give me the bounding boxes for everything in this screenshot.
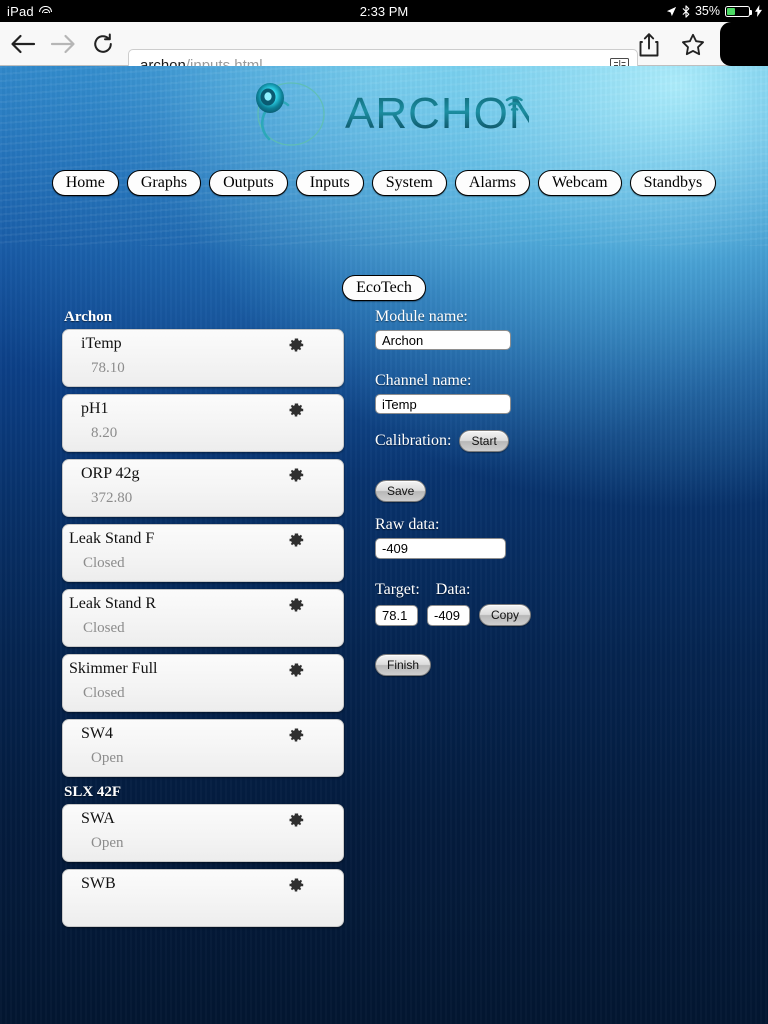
reload-icon — [94, 33, 112, 53]
channel-name: pH1 — [81, 400, 109, 417]
channel-detail-form: Module name: Channel name: Calibration: … — [375, 308, 705, 676]
copy-button[interactable]: Copy — [479, 604, 532, 626]
share-button[interactable] — [634, 31, 664, 59]
bookmark-star-icon — [682, 33, 704, 56]
channel-card-itemp[interactable]: iTemp 78.10 — [62, 329, 344, 387]
forward-arrow-icon — [50, 34, 75, 54]
gear-icon[interactable] — [287, 336, 305, 354]
clock-label: 2:33 PM — [359, 3, 409, 19]
tab-counter-button[interactable]: 1 — [735, 35, 760, 57]
channel-card-orp-42g[interactable]: ORP 42g 372.80 — [62, 459, 344, 517]
calibration-row: Calibration: Start — [375, 430, 705, 452]
channel-name: iTemp — [81, 335, 122, 352]
logo-wordmark: ARCHON — [345, 89, 529, 138]
channel-name-label: Channel name: — [375, 372, 472, 389]
back-button[interactable] — [8, 30, 38, 58]
nav-item-webcam[interactable]: Webcam — [537, 170, 622, 196]
safari-toolbar: archon/inputs.html 1 — [0, 22, 768, 81]
nav-item-outputs[interactable]: Outputs — [209, 170, 288, 196]
gear-icon[interactable] — [287, 811, 305, 829]
reload-button[interactable] — [88, 30, 118, 58]
battery-icon — [725, 5, 753, 17]
channel-name: SW4 — [81, 725, 113, 742]
module-name-input[interactable] — [375, 330, 511, 350]
back-arrow-icon — [11, 34, 36, 54]
forward-button[interactable] — [48, 30, 78, 58]
channel-value: 8.20 — [91, 425, 118, 441]
raw-data-input[interactable] — [375, 538, 506, 559]
share-icon — [639, 33, 659, 57]
channel-card-sw4[interactable]: SW4 Open — [62, 719, 344, 777]
group-heading-slx-42f: SLX 42F — [64, 784, 122, 800]
channel-name-input[interactable] — [375, 394, 511, 414]
channel-value: Open — [91, 750, 124, 766]
raw-data-label: Raw data: — [375, 516, 440, 533]
nav-item-system[interactable]: System — [371, 170, 447, 196]
channel-name: SWA — [81, 810, 115, 827]
site-logo: ARCHON — [0, 78, 768, 150]
save-button[interactable]: Save — [375, 480, 427, 502]
data-label: Data: — [435, 581, 471, 598]
bluetooth-icon — [682, 4, 690, 18]
channel-name: Skimmer Full — [69, 660, 158, 677]
page-body: Archon iTemp 78.10 pH1 8.20 ORP 42g 372.… — [0, 246, 768, 1024]
channel-value: Closed — [83, 620, 125, 636]
channel-card-leak-stand-r[interactable]: Leak Stand R Closed — [62, 589, 344, 647]
nav-item-graphs[interactable]: Graphs — [126, 170, 202, 196]
channel-card-swa[interactable]: SWA Open — [62, 804, 344, 862]
finish-button[interactable]: Finish — [375, 654, 432, 676]
lightning-bolt-icon — [755, 5, 762, 17]
archon-logo: ARCHON — [256, 82, 529, 146]
channel-name: ORP 42g — [81, 465, 140, 482]
gear-icon[interactable] — [287, 401, 305, 419]
ipad-screen: iPad 2:33 PM 35% archon/inputs.html 1 AR… — [0, 0, 768, 1024]
target-data-labels: Target: Data: — [375, 581, 705, 599]
location-arrow-icon — [666, 6, 677, 16]
start-button[interactable]: Start — [459, 430, 509, 452]
channel-name: Leak Stand R — [69, 595, 157, 612]
channel-card-swb[interactable]: SWB — [62, 869, 344, 927]
data-input[interactable] — [427, 604, 470, 626]
channel-name: SWB — [81, 875, 116, 892]
primary-navigation: Home Graphs Outputs Inputs System Alarms… — [0, 170, 768, 196]
channel-list: Archon iTemp 78.10 pH1 8.20 ORP 42g 372.… — [62, 309, 344, 934]
nav-item-alarms[interactable]: Alarms — [454, 170, 530, 196]
nav-item-standbys[interactable]: Standbys — [629, 170, 717, 196]
bookmark-button[interactable] — [678, 31, 708, 59]
channel-value: 372.80 — [91, 490, 133, 506]
channel-name: Leak Stand F — [69, 530, 155, 547]
ios-status-bar: iPad 2:33 PM 35% — [0, 0, 768, 22]
channel-value: Closed — [83, 685, 125, 701]
target-input[interactable] — [375, 604, 418, 626]
channel-value: Open — [91, 835, 124, 851]
battery-percent-label: 35% — [694, 4, 720, 18]
nav-item-home[interactable]: Home — [51, 170, 119, 196]
gear-icon[interactable] — [287, 661, 305, 679]
status-bar-right: 35% — [666, 4, 762, 18]
target-data-row: Copy — [375, 604, 705, 626]
gear-icon[interactable] — [287, 466, 305, 484]
channel-card-ph1[interactable]: pH1 8.20 — [62, 394, 344, 452]
nav-item-inputs[interactable]: Inputs — [295, 170, 364, 196]
module-name-label: Module name: — [375, 308, 468, 325]
channel-value: 78.10 — [91, 360, 125, 376]
channel-card-leak-stand-f[interactable]: Leak Stand F Closed — [62, 524, 344, 582]
gear-icon[interactable] — [287, 531, 305, 549]
group-heading-archon: Archon — [64, 309, 113, 325]
archon-swirl-icon — [256, 82, 325, 146]
gear-icon[interactable] — [287, 726, 305, 744]
target-label: Target: — [375, 581, 420, 598]
gear-icon[interactable] — [287, 596, 305, 614]
web-page-content: ARCHON Home Graphs Outputs Inputs System… — [0, 66, 768, 1024]
gear-icon[interactable] — [287, 876, 305, 894]
calibration-label: Calibration: — [375, 432, 452, 449]
channel-value: Closed — [83, 555, 125, 571]
channel-card-skimmer-full[interactable]: Skimmer Full Closed — [62, 654, 344, 712]
